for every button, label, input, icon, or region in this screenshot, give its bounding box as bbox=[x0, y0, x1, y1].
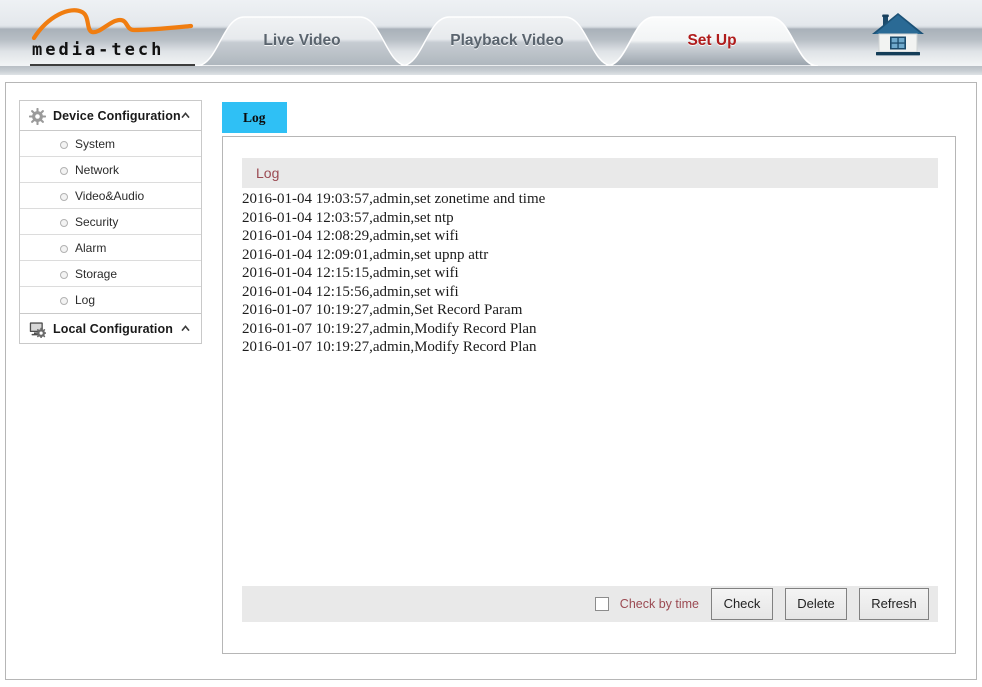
home-icon[interactable] bbox=[869, 10, 927, 60]
brand-name: media-tech bbox=[32, 40, 165, 60]
chevron-up-icon[interactable] bbox=[181, 325, 190, 332]
radio-bullet-icon bbox=[60, 166, 68, 175]
sidebar-item-network[interactable]: Network bbox=[20, 157, 201, 183]
app-root: media-tech Live Video Playback Video Set… bbox=[0, 0, 982, 687]
chevron-up-icon[interactable] bbox=[181, 112, 190, 119]
log-entry: 2016-01-04 12:03:57,admin,set ntp bbox=[242, 209, 454, 226]
delete-button[interactable]: Delete bbox=[785, 588, 847, 620]
gear-icon bbox=[29, 108, 46, 125]
sidebar-item-log[interactable]: Log bbox=[20, 287, 201, 313]
swoosh-logo-icon bbox=[31, 8, 194, 41]
panel-tabstrip: Log bbox=[222, 102, 287, 137]
radio-bullet-icon bbox=[60, 296, 68, 305]
monitor-gear-icon bbox=[29, 322, 46, 338]
sidebar-item-label: Log bbox=[75, 293, 96, 307]
app-header: media-tech Live Video Playback Video Set… bbox=[0, 0, 982, 66]
sidebar-section-label: Local Configuration bbox=[53, 321, 173, 336]
log-entry: 2016-01-07 10:19:27,admin,Modify Record … bbox=[242, 320, 537, 337]
sidebar-item-label: Storage bbox=[75, 266, 118, 281]
sidebar-item-system[interactable]: System bbox=[20, 131, 201, 157]
log-entry: 2016-01-04 12:15:56,admin,set wifi bbox=[242, 283, 459, 300]
log-entry: 2016-01-04 19:03:57,admin,set zonetime a… bbox=[242, 191, 546, 207]
tab-playback-video[interactable]: Playback Video bbox=[401, 13, 613, 66]
check-button[interactable]: Check bbox=[711, 588, 773, 620]
log-entry: 2016-01-04 12:08:29,admin,set wifi bbox=[242, 228, 459, 244]
log-entry-list: 2016-01-04 19:03:57,admin,set zonetime a… bbox=[242, 190, 942, 357]
sidebar-item-storage[interactable]: Storage bbox=[20, 261, 201, 287]
sidebar-item-label: Alarm bbox=[75, 240, 107, 255]
sidebar-item-alarm[interactable]: Alarm bbox=[20, 235, 201, 261]
radio-bullet-icon bbox=[60, 218, 68, 227]
log-panel-header: Log bbox=[242, 158, 938, 188]
tab-shape-playback bbox=[401, 16, 613, 66]
sidebar-item-label: Network bbox=[75, 162, 120, 177]
tab-shape-live bbox=[196, 16, 408, 66]
main-nav-tabs: Live Video Playback Video Set Up bbox=[196, 0, 836, 66]
sidebar-item-label: Security bbox=[75, 214, 119, 229]
radio-bullet-icon bbox=[60, 244, 68, 253]
log-entry: 2016-01-07 10:19:27,admin,Set Record Par… bbox=[242, 302, 523, 318]
log-panel-header-label: Log bbox=[256, 165, 280, 181]
log-entry: 2016-01-04 12:15:15,admin,set wifi bbox=[242, 265, 459, 281]
sidebar-items-device-configuration: System Network Video&Audio Security Alar… bbox=[19, 131, 202, 313]
sidebar-item-label: System bbox=[75, 136, 116, 151]
header-underbar bbox=[0, 66, 982, 75]
sidebar-item-security[interactable]: Security bbox=[20, 209, 201, 235]
tab-set-up[interactable]: Set Up bbox=[606, 13, 818, 66]
radio-bullet-icon bbox=[60, 270, 68, 279]
tab-live-video[interactable]: Live Video bbox=[196, 13, 408, 66]
log-entry: 2016-01-04 12:09:01,admin,set upnp attr bbox=[242, 246, 489, 263]
log-panel: Log 2016-01-04 19:03:57,admin,set zoneti… bbox=[222, 136, 956, 654]
radio-bullet-icon bbox=[60, 140, 68, 149]
check-by-time-checkbox[interactable] bbox=[594, 597, 609, 611]
sidebar-section-label: Device Configuration bbox=[53, 108, 181, 123]
log-entry: 2016-01-07 10:19:27,admin,Modify Record … bbox=[242, 339, 537, 355]
sidebar-section-device-configuration[interactable]: Device Configuration bbox=[19, 100, 202, 131]
log-panel-footer: Check by time Check Delete Refresh bbox=[242, 586, 938, 622]
sidebar: Device Configuration System Network Vide… bbox=[19, 100, 202, 344]
tab-log[interactable]: Log bbox=[222, 102, 287, 133]
tab-shape-setup bbox=[606, 16, 818, 66]
check-by-time-label: Check by time bbox=[619, 597, 699, 611]
radio-bullet-icon bbox=[60, 192, 68, 201]
sidebar-item-video-audio[interactable]: Video&Audio bbox=[20, 183, 201, 209]
sidebar-item-label: Video&Audio bbox=[75, 188, 145, 203]
sidebar-section-local-configuration[interactable]: Local Configuration bbox=[19, 313, 202, 344]
brand-logo: media-tech bbox=[22, 4, 202, 66]
check-by-time-control[interactable]: Check by time bbox=[594, 597, 699, 611]
refresh-button[interactable]: Refresh bbox=[859, 588, 929, 620]
